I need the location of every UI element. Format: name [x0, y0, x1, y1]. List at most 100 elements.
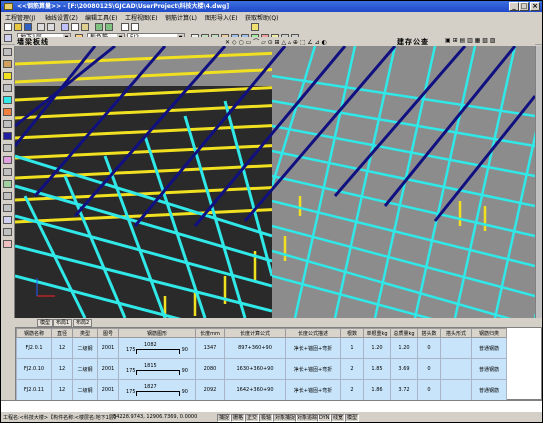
slab-icon[interactable] [3, 96, 12, 104]
cell-count[interactable]: 1 [340, 337, 364, 359]
grid-icon[interactable] [3, 168, 12, 176]
cell-unit-weight[interactable]: 1.86 [363, 379, 391, 401]
redo-icon[interactable] [105, 23, 113, 31]
col-header[interactable]: 钢筋图形 [118, 328, 196, 338]
toggle-lineweight[interactable]: 线宽 [331, 414, 346, 422]
pan-icon[interactable] [131, 23, 139, 31]
col-header[interactable]: 长度公式描述 [285, 328, 341, 338]
pile-icon[interactable] [3, 156, 12, 164]
menu-project[interactable]: 工程管理(J) [5, 13, 35, 22]
cell-category[interactable]: 普通钢筋 [471, 337, 507, 359]
foundation-icon[interactable] [3, 144, 12, 152]
cell-fig[interactable]: 2001 [97, 337, 119, 359]
beam-icon[interactable] [3, 72, 12, 80]
preview-icon[interactable] [47, 23, 55, 31]
cell-splices[interactable]: 0 [417, 358, 441, 380]
menu-axis[interactable]: 轴线设置(Z) [45, 13, 78, 22]
opening-icon[interactable] [3, 120, 12, 128]
col-header[interactable]: 直径 [51, 328, 73, 338]
col-header[interactable]: 钢筋归类 [471, 328, 507, 338]
toggle-otrack[interactable]: 对象追踪 [295, 414, 320, 422]
minimize-button[interactable]: _ [509, 2, 519, 11]
cell-splices[interactable]: 0 [417, 379, 441, 401]
toggle-model[interactable]: 模型 [345, 414, 360, 422]
cell-fig[interactable]: 2001 [97, 379, 119, 401]
cell-dia[interactable]: 12 [51, 379, 73, 401]
cell-category[interactable]: 普通钢筋 [471, 379, 507, 401]
tab-layout2[interactable]: 布局2 [73, 319, 93, 327]
menu-view[interactable]: 工程视图(E) [125, 13, 157, 22]
cell-desc[interactable]: 净长+锚固+弯折 [285, 358, 341, 380]
save-icon[interactable] [24, 23, 32, 31]
cell-desc[interactable]: 净长+锚固+弯折 [285, 379, 341, 401]
col-header[interactable]: 长度计算公式 [224, 328, 286, 338]
layer-icon[interactable] [4, 34, 12, 42]
cell-splice-type[interactable] [440, 358, 472, 380]
cell-total-weight[interactable]: 3.69 [390, 358, 418, 380]
cell-type[interactable]: 二级钢 [72, 379, 98, 401]
col-header[interactable]: 根数 [340, 328, 364, 338]
cell-splices[interactable]: 0 [417, 337, 441, 359]
toggle-ortho[interactable]: 正交 [245, 414, 260, 422]
drawing-viewport[interactable] [15, 46, 535, 318]
area-icon[interactable] [3, 180, 12, 188]
help-icon[interactable] [251, 23, 259, 31]
column-icon[interactable] [3, 84, 12, 92]
toggle-polar[interactable]: 极轴 [259, 414, 274, 422]
table-row[interactable]: FJ2.0.1 12 二级钢 2001 175 1082 90 1347 897… [16, 337, 507, 359]
cell-dia[interactable]: 12 [51, 358, 73, 380]
undo-icon[interactable] [95, 23, 103, 31]
toggle-dyn[interactable]: DYN [317, 414, 332, 422]
col-header[interactable]: 总质量kg [390, 328, 418, 338]
cell-formula[interactable]: 897+360+90 [224, 337, 286, 359]
col-header[interactable]: 钢筋名称 [16, 328, 52, 338]
cell-shape[interactable]: 175 1827 90 [118, 379, 196, 401]
open-icon[interactable] [14, 23, 22, 31]
maximize-button[interactable]: □ [519, 2, 529, 11]
cell-length[interactable]: 2080 [195, 358, 225, 380]
cell-formula[interactable]: 1642+360+90 [224, 379, 286, 401]
cell-category[interactable]: 普通钢筋 [471, 358, 507, 380]
col-header[interactable]: 图号 [97, 328, 119, 338]
new-icon[interactable] [4, 23, 12, 31]
menu-help[interactable]: 获取帮助(Q) [245, 13, 278, 22]
col-header[interactable]: 类型 [72, 328, 98, 338]
mirror-icon[interactable] [3, 216, 12, 224]
cell-splice-type[interactable] [440, 379, 472, 401]
toggle-osnap[interactable]: 对象捕捉 [273, 414, 298, 422]
cell-type[interactable]: 二级钢 [72, 337, 98, 359]
col-header[interactable]: 搭头形式 [440, 328, 472, 338]
col-header[interactable]: 搭头数 [417, 328, 441, 338]
cell-dia[interactable]: 12 [51, 337, 73, 359]
cell-unit-weight[interactable]: 1.85 [363, 358, 391, 380]
cut-icon[interactable] [61, 23, 69, 31]
array-icon[interactable] [3, 228, 12, 236]
cell-count[interactable]: 2 [340, 358, 364, 380]
stair-icon[interactable] [3, 108, 12, 116]
menu-edit[interactable]: 编辑工具(E) [85, 13, 117, 22]
table-row[interactable]: FJ2.0.10 12 二级钢 2001 175 1815 90 2080 16… [16, 358, 507, 380]
cell-total-weight[interactable]: 3.72 [390, 379, 418, 401]
cell-length[interactable]: 2092 [195, 379, 225, 401]
cell-fig[interactable]: 2001 [97, 358, 119, 380]
cell-formula[interactable]: 1630+360+90 [224, 358, 286, 380]
rotate-icon[interactable] [3, 204, 12, 212]
cell-type[interactable]: 二级钢 [72, 358, 98, 380]
cell-name[interactable]: FJ2.0.10 [16, 358, 52, 380]
move-icon[interactable] [3, 192, 12, 200]
col-header[interactable]: 单根重kg [363, 328, 391, 338]
cell-length[interactable]: 1347 [195, 337, 225, 359]
vertical-scrollbar[interactable] [535, 46, 542, 318]
cell-desc[interactable]: 净长+锚固+弯折 [285, 337, 341, 359]
wall-icon[interactable] [3, 60, 12, 68]
print-icon[interactable] [37, 23, 45, 31]
cell-unit-weight[interactable]: 1.20 [363, 337, 391, 359]
cell-name[interactable]: FJ2.0.11 [16, 379, 52, 401]
menu-calc[interactable]: 钢筋计算(L) [165, 13, 197, 22]
toggle-grid[interactable]: 栅格 [231, 414, 246, 422]
rebar-icon[interactable] [3, 132, 12, 140]
tab-model[interactable]: 模型 [37, 319, 54, 327]
cell-name[interactable]: FJ2.0.1 [16, 337, 52, 359]
select-icon[interactable] [3, 48, 12, 56]
menu-import[interactable]: 图形导入(E) [205, 13, 237, 22]
